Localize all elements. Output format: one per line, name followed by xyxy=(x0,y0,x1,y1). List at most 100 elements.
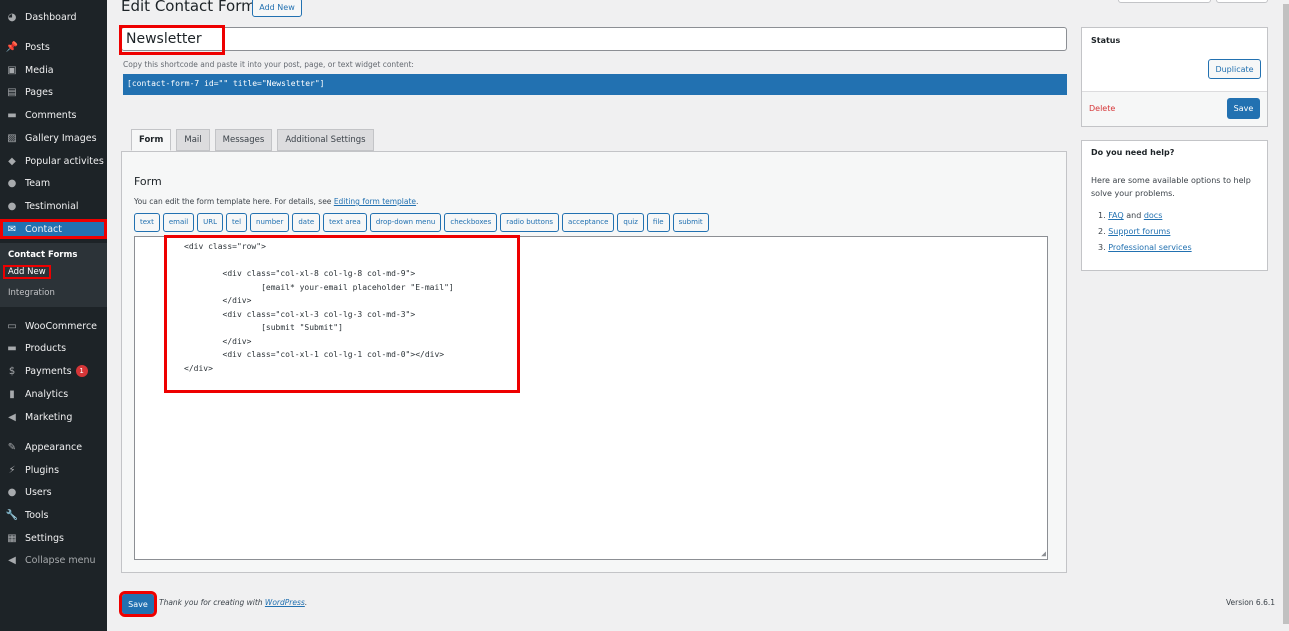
sidebar-item-contact[interactable]: ✉ Contact xyxy=(0,219,107,239)
sidebar-item-dashboard[interactable]: ◕ Dashboard xyxy=(0,7,107,27)
tag-button-text-area[interactable]: text area xyxy=(323,213,367,232)
sidebar-item-label: Analytics xyxy=(25,388,69,400)
sidebar-item-popular-activites[interactable]: ◆ Popular activites xyxy=(0,151,107,171)
sidebar-item-testimonial[interactable]: ● Testimonial xyxy=(0,196,107,216)
screen-options-button[interactable] xyxy=(1118,0,1211,3)
settings-icon: ▦ xyxy=(7,532,17,544)
tab-messages[interactable]: Messages xyxy=(214,129,273,151)
sidebar-item-plugins[interactable]: ⚡ Plugins xyxy=(0,460,107,480)
status-box: Status Duplicate Delete Save xyxy=(1081,27,1268,127)
form-panel: Form You can edit the form template here… xyxy=(121,151,1067,573)
sidebar-item-marketing[interactable]: ◀ Marketing xyxy=(0,407,107,427)
tag-generator-buttons: text email URL tel number date text area drop-d… xyxy=(134,213,709,232)
page-title: Edit Contact Form xyxy=(121,0,256,15)
editing-form-template-link[interactable]: Editing form template xyxy=(334,197,416,206)
tag-button-tel[interactable]: tel xyxy=(226,213,248,232)
footer-thanks-text: Thank you for creating with xyxy=(159,598,265,607)
tab-form[interactable]: Form xyxy=(131,129,172,151)
tab-additional-settings[interactable]: Additional Settings xyxy=(277,129,374,151)
sidebar-item-comments[interactable]: ▬ Comments xyxy=(0,105,107,125)
resize-handle[interactable]: ◢ xyxy=(1041,549,1046,558)
sidebar-item-woocommerce[interactable]: ▭ WooCommerce xyxy=(0,316,107,336)
brush-icon: ✎ xyxy=(7,441,17,453)
tag-button-checkboxes[interactable]: checkboxes xyxy=(444,213,498,232)
panel-heading: Form xyxy=(134,175,162,188)
sidebar-item-label: Users xyxy=(25,486,52,498)
sidebar-item-collapse-menu[interactable]: ◀ Collapse menu xyxy=(0,550,107,570)
submenu-integration[interactable]: Integration xyxy=(8,288,55,298)
duplicate-button[interactable]: Duplicate xyxy=(1208,59,1261,79)
sidebar-item-settings[interactable]: ▦ Settings xyxy=(0,528,107,548)
help-button[interactable] xyxy=(1216,0,1268,3)
sidebar-item-label: Gallery Images xyxy=(25,132,97,144)
help-text: Here are some available options to help … xyxy=(1091,176,1251,198)
support-forums-link[interactable]: Support forums xyxy=(1108,227,1170,236)
tag-button-acceptance[interactable]: acceptance xyxy=(562,213,615,232)
archive-icon: ▬ xyxy=(7,342,17,354)
sidebar-item-label: Appearance xyxy=(25,441,83,453)
sidebar-item-label: Payments xyxy=(25,365,72,377)
tag-button-radio-buttons[interactable]: radio buttons xyxy=(500,213,560,232)
sidebar-item-label: Posts xyxy=(25,41,50,53)
submenu-add-new[interactable]: Add New xyxy=(3,265,51,279)
shortcode-field[interactable]: [contact-form-7 id="" title="Newsletter"… xyxy=(123,74,1067,95)
sidebar-item-label: Popular activites xyxy=(25,155,104,167)
tag-button-file[interactable]: file xyxy=(646,213,670,232)
faq-link[interactable]: FAQ xyxy=(1108,211,1124,220)
comment-icon: ▬ xyxy=(7,109,17,121)
footer-thanks: Thank you for creating with WordPress. xyxy=(159,598,307,607)
tab-mail[interactable]: Mail xyxy=(176,129,210,151)
help-box: Do you need help? Here are some availabl… xyxy=(1081,140,1268,271)
tag-button-number[interactable]: number xyxy=(250,213,290,232)
form-template-editor[interactable]: <div class="row"> <div class="col-xl-8 c… xyxy=(134,235,1048,560)
tag-button-drop-down-menu[interactable]: drop-down menu xyxy=(369,213,442,232)
form-title-input[interactable]: Newsletter xyxy=(119,25,1067,55)
version: Version 6.6.1 xyxy=(1225,598,1275,607)
sidebar-item-appearance[interactable]: ✎ Appearance xyxy=(0,437,107,457)
sidebar-item-team[interactable]: ● Team xyxy=(0,173,107,193)
sidebar-item-tools[interactable]: 🔧 Tools xyxy=(0,505,107,525)
sidebar-item-label: Collapse menu xyxy=(25,554,96,566)
form-title-value: Newsletter xyxy=(119,25,225,55)
sidebar-item-analytics[interactable]: ▮ Analytics xyxy=(0,384,107,404)
save-button[interactable]: Save xyxy=(1227,98,1260,119)
delete-link[interactable]: Delete xyxy=(1089,104,1115,113)
sidebar-item-posts[interactable]: 📌 Posts xyxy=(0,37,107,57)
tag-button-quiz[interactable]: quiz xyxy=(617,213,644,232)
tag-button-text[interactable]: text xyxy=(134,213,160,232)
add-new-button[interactable]: Add New xyxy=(252,0,302,17)
sidebar-item-label: WooCommerce xyxy=(25,320,98,332)
woo-icon: ▭ xyxy=(7,320,17,332)
tag-button-url[interactable]: URL xyxy=(197,213,224,232)
sidebar-item-gallery-images[interactable]: ▨ Gallery Images xyxy=(0,128,107,148)
sidebar-item-label: Pages xyxy=(25,86,53,98)
submenu-contact-forms[interactable]: Contact Forms xyxy=(8,250,77,260)
sidebar-item-products[interactable]: ▬ Products xyxy=(0,338,107,358)
footer-dot: . xyxy=(304,598,308,607)
sidebar-item-pages[interactable]: ▤ Pages xyxy=(0,82,107,102)
sidebar-item-payments[interactable]: $ Payments 1 xyxy=(0,361,107,381)
sidebar-item-label: Contact xyxy=(25,223,62,235)
footer-save-button[interactable]: Save xyxy=(119,591,157,617)
sidebar-item-label: Products xyxy=(25,342,67,354)
wrench-icon: 🔧 xyxy=(5,509,19,521)
sidebar-item-label: Media xyxy=(25,64,54,76)
form-code: <div class="row"> <div class="col-xl-8 c… xyxy=(164,235,520,393)
sidebar-item-label: Comments xyxy=(25,109,77,121)
status-title: Status xyxy=(1091,36,1121,45)
sidebar-item-label: Tools xyxy=(25,509,49,521)
tag-button-date[interactable]: date xyxy=(292,213,321,232)
tag-button-submit[interactable]: submit xyxy=(672,213,709,232)
dollar-icon: $ xyxy=(8,365,16,377)
professional-services-link[interactable]: Professional services xyxy=(1108,243,1191,252)
tag-button-email[interactable]: email xyxy=(162,213,195,232)
dashboard-icon: ◕ xyxy=(7,11,17,23)
sidebar-item-media[interactable]: ▣ Media xyxy=(0,60,107,80)
mortarboard-icon: ◆ xyxy=(8,155,16,167)
contact-submenu: Contact Forms Add New Integration xyxy=(0,243,107,307)
docs-link[interactable]: docs xyxy=(1144,211,1163,220)
scrollbar[interactable] xyxy=(1283,4,1289,624)
wordpress-link[interactable]: WordPress xyxy=(265,598,305,607)
sidebar-item-users[interactable]: ● Users xyxy=(0,482,107,502)
user-icon: ● xyxy=(7,486,17,498)
